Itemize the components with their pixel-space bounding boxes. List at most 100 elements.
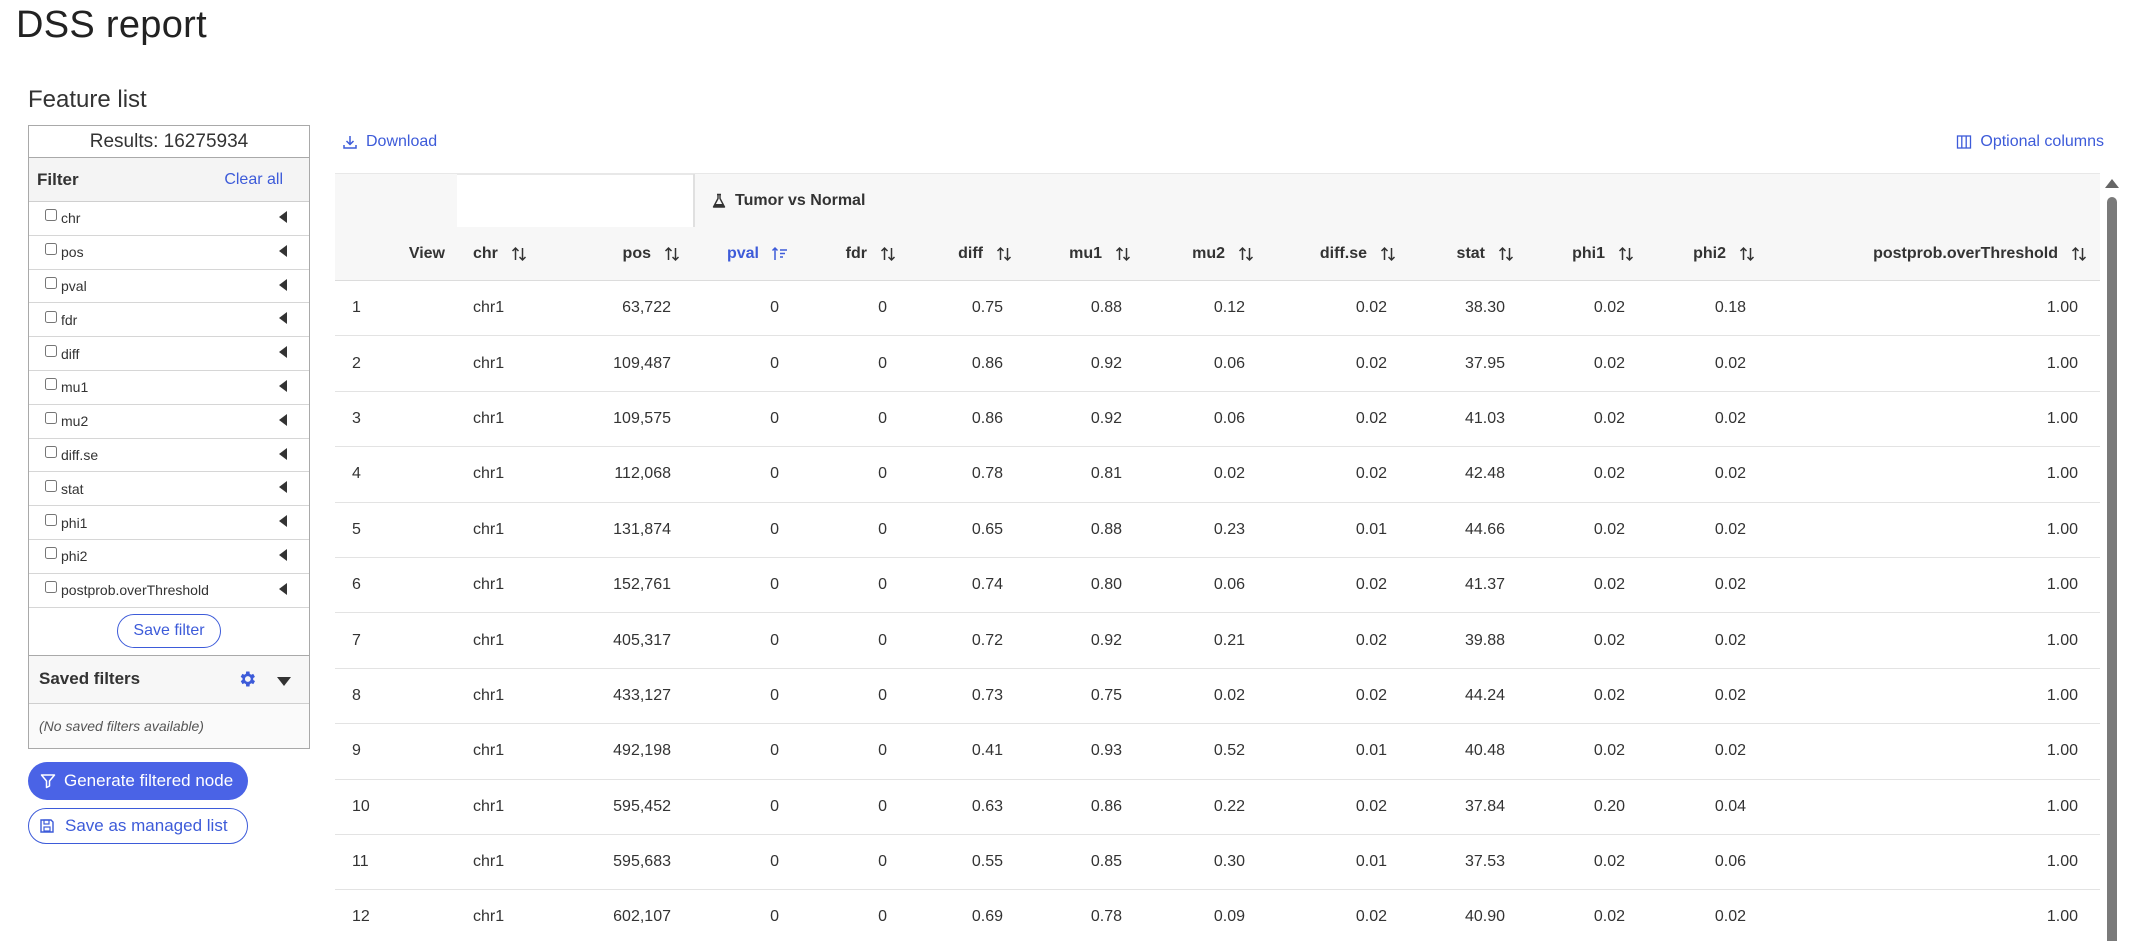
cell-mu2: 0.02 [1213, 465, 1245, 483]
cell-pval: 0 [770, 797, 779, 815]
filter-checkbox[interactable] [45, 513, 57, 526]
table-row[interactable]: 1 chr1 63,722 0 0 0.75 0.88 0.12 0.02 38.30 0.02 0.… [335, 281, 2100, 337]
table-row[interactable]: 10 chr1 595,452 0 0 0.63 0.86 0.22 0.02 37.84 0.20… [335, 780, 2100, 835]
filter-checkbox[interactable] [45, 344, 57, 357]
table-header-row: View chr pos pval fdr diff mu1 mu2 diff.se stat ph… [335, 227, 2100, 281]
column-header-pos[interactable]: pos [575, 227, 693, 280]
caret-left-icon[interactable] [279, 244, 287, 257]
generate-filtered-node-button[interactable]: Generate filtered node [28, 762, 248, 800]
table-row[interactable]: 7 chr1 405,317 0 0 0.72 0.92 0.21 0.02 39.88 0.02 0… [335, 613, 2100, 669]
cell-mu2: 0.23 [1213, 520, 1245, 538]
column-header-mu1[interactable]: mu1 [1025, 227, 1144, 280]
filter-checkbox[interactable] [45, 547, 57, 560]
column-header-stat[interactable]: stat [1409, 227, 1527, 280]
column-header-pval[interactable]: pval [693, 227, 801, 280]
cell-View[interactable]: 6 [335, 576, 457, 594]
column-header-mu2[interactable]: mu2 [1144, 227, 1267, 280]
caret-left-icon[interactable] [279, 515, 287, 528]
sort-icon [1238, 246, 1254, 261]
filter-checkbox[interactable] [45, 310, 57, 323]
cell-View[interactable]: 11 [335, 853, 457, 871]
table-row[interactable]: 11 chr1 595,683 0 0 0.55 0.85 0.30 0.01 37.53 0.02… [335, 835, 2100, 891]
table-row[interactable]: 6 chr1 152,761 0 0 0.74 0.80 0.06 0.02 41.37 0.02 0… [335, 558, 2100, 614]
cell-View[interactable]: 2 [335, 355, 457, 373]
filter-checkbox[interactable] [45, 445, 57, 458]
column-header-fdr[interactable]: fdr [801, 227, 909, 280]
table-row[interactable]: 5 chr1 131,874 0 0 0.65 0.88 0.23 0.01 44.66 0.02 0… [335, 503, 2100, 558]
cell-View[interactable]: 7 [335, 632, 457, 650]
cell-View[interactable]: 5 [335, 521, 457, 539]
gear-icon[interactable] [237, 669, 257, 689]
cell-diff-se: 0.02 [1355, 908, 1387, 926]
filter-item[interactable]: pval [29, 270, 309, 304]
column-header-postprob-overThreshold[interactable]: postprob.overThreshold [1768, 227, 2100, 280]
caret-left-icon[interactable] [279, 481, 287, 494]
cell-diff: 0.78 [971, 465, 1003, 483]
caret-left-icon[interactable] [279, 582, 287, 595]
filter-item[interactable]: pos [29, 236, 309, 270]
filter-item[interactable]: phi2 [29, 540, 309, 574]
cell-View[interactable]: 12 [335, 908, 457, 926]
filter-checkbox[interactable] [45, 209, 57, 222]
filter-item[interactable]: mu1 [29, 371, 309, 405]
save-filter-button[interactable]: Save filter [117, 614, 221, 649]
filter-item[interactable]: mu2 [29, 405, 309, 439]
filter-checkbox[interactable] [45, 276, 57, 289]
column-header-chr[interactable]: chr [457, 227, 575, 280]
filter-item[interactable]: postprob.overThreshold [29, 574, 309, 608]
column-header-diff[interactable]: diff [909, 227, 1025, 280]
scroll-up-arrow-icon[interactable] [2105, 179, 2119, 188]
filter-checkbox[interactable] [45, 581, 57, 594]
caret-left-icon[interactable] [279, 379, 287, 392]
filter-item[interactable]: fdr [29, 303, 309, 338]
caret-left-icon[interactable] [279, 548, 287, 561]
filter-item[interactable]: stat [29, 472, 309, 507]
filter-item[interactable]: phi1 [29, 506, 309, 540]
column-header-label: phi1 [1572, 244, 1605, 262]
saved-filters-header[interactable]: Saved filters [29, 655, 309, 704]
vertical-scrollbar[interactable] [2104, 175, 2119, 941]
filter-checkbox[interactable] [45, 412, 57, 425]
sort-icon [1618, 246, 1634, 261]
cell-mu2: 0.52 [1213, 742, 1245, 760]
caret-left-icon[interactable] [279, 278, 287, 291]
cell-phi1: 0.02 [1593, 520, 1625, 538]
table-row[interactable]: 9 chr1 492,198 0 0 0.41 0.93 0.52 0.01 40.48 0.02 0… [335, 724, 2100, 780]
cell-View[interactable]: 9 [335, 742, 457, 760]
table-row[interactable]: 4 chr1 112,068 0 0 0.78 0.81 0.02 0.02 42.48 0.02 0… [335, 447, 2100, 503]
download-link[interactable]: Download [342, 133, 437, 151]
cell-pos: 109,487 [613, 354, 671, 372]
caret-left-icon[interactable] [279, 346, 287, 359]
column-header-diff-se[interactable]: diff.se [1267, 227, 1409, 280]
optional-columns-link[interactable]: Optional columns [1956, 133, 2104, 151]
generate-filtered-node-label: Generate filtered node [64, 771, 234, 790]
filter-checkbox[interactable] [45, 243, 57, 256]
caret-left-icon[interactable] [279, 447, 287, 460]
cell-View[interactable]: 3 [335, 410, 457, 428]
caret-down-icon[interactable] [277, 676, 291, 686]
caret-left-icon[interactable] [279, 211, 287, 223]
filter-item[interactable]: chr [29, 202, 309, 236]
caret-left-icon[interactable] [279, 312, 287, 325]
scrollbar-thumb[interactable] [2107, 197, 2117, 941]
column-header-phi1[interactable]: phi1 [1527, 227, 1647, 280]
filter-checkbox[interactable] [45, 378, 57, 391]
column-header-View[interactable]: View [335, 227, 457, 280]
table-row[interactable]: 3 chr1 109,575 0 0 0.86 0.92 0.06 0.02 41.03 0.02 0… [335, 392, 2100, 448]
table-row[interactable]: 2 chr1 109,487 0 0 0.86 0.92 0.06 0.02 37.95 0.02 0… [335, 336, 2100, 392]
column-header-label: stat [1456, 244, 1485, 262]
filter-item[interactable]: diff [29, 337, 309, 371]
table-row[interactable]: 12 chr1 602,107 0 0 0.69 0.78 0.09 0.02 40.90 0.02… [335, 890, 2100, 941]
caret-left-icon[interactable] [279, 413, 287, 426]
cell-View[interactable]: 4 [335, 465, 457, 483]
filter-item[interactable]: diff.se [29, 439, 309, 473]
column-header-phi2[interactable]: phi2 [1647, 227, 1768, 280]
save-as-managed-list-button[interactable]: Save as managed list [28, 808, 248, 844]
table-row[interactable]: 8 chr1 433,127 0 0 0.73 0.75 0.02 0.02 44.24 0.02 0… [335, 669, 2100, 725]
clear-all-link[interactable]: Clear all [224, 171, 283, 189]
cell-View[interactable]: 1 [335, 299, 457, 317]
cell-View[interactable]: 8 [335, 687, 457, 705]
cell-View[interactable]: 10 [335, 798, 457, 816]
cell-stat: 37.95 [1464, 354, 1505, 372]
filter-checkbox[interactable] [45, 479, 57, 492]
